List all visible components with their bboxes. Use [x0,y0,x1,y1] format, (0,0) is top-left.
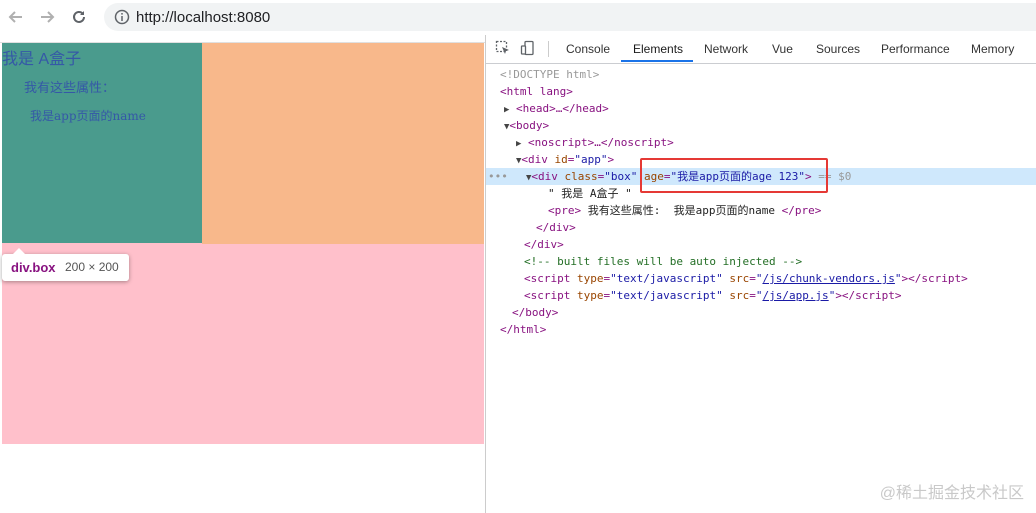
doctype-line: <!DOCTYPE html> [500,68,600,81]
tab-memory[interactable]: Memory [971,35,1014,62]
watermark: @稀土掘金技术社区 [879,485,1024,502]
comment-line[interactable]: <!-- built files will be auto injected -… [524,253,802,270]
div-app-close-line[interactable]: </div> [524,236,564,253]
div-app-line[interactable]: ▼<div id="app"> [516,151,614,168]
pre-line-2: 我是app页面的name [30,109,146,123]
arrow-right-icon [41,11,55,23]
url-text: http://localhost:8080 [136,9,271,26]
tooltip-selector: div.box [11,260,56,275]
pre-line[interactable]: <pre> 我有这些属性: 我是app页面的name </pre> [548,202,821,219]
forward-button[interactable] [37,7,57,27]
orange-box [202,43,484,244]
more-actions-icon[interactable]: ••• [488,168,508,185]
info-icon [114,9,130,25]
address-bar[interactable]: http://localhost:8080 [104,3,1036,31]
body-open-line[interactable]: ▼<body> [504,117,549,134]
div-box-close-line[interactable]: </div> [536,219,576,236]
active-tab-indicator [621,60,693,62]
text-node-line[interactable]: " 我是 A盒子 " [548,185,632,202]
box-title: 我是 A盒子 [2,51,82,68]
tab-performance[interactable]: Performance [881,35,950,62]
device-toggle-icon[interactable] [520,40,536,56]
tab-console[interactable]: Console [566,35,610,62]
tab-vue[interactable]: Vue [772,35,793,62]
back-button[interactable] [6,7,26,27]
tooltip-arrow [13,248,25,254]
devtools-panel: Console Elements Network Vue Sources Per… [485,35,1036,513]
box-a: 我是 A盒子 我有这些属性： 我是app页面的name [2,43,202,243]
script-vendors-line[interactable]: <script type="text/javascript" src="/js/… [524,270,968,287]
toolbar-separator [548,41,549,57]
tab-sources[interactable]: Sources [816,35,860,62]
browser-toolbar: http://localhost:8080 [0,0,1036,34]
html-close-line[interactable]: </html> [500,321,546,338]
tooltip-dimensions: 200 × 200 [65,260,119,274]
pre-line-1: 我有这些属性： [24,80,116,95]
head-line[interactable]: ▶ <head>…</head> [504,100,609,117]
page-viewport: 我是 A盒子 我有这些属性： 我是app页面的name div.box 200 … [0,43,485,513]
expand-triangle-icon[interactable]: ▶ [516,139,521,149]
script-app-link[interactable]: /js/app.js [762,289,828,302]
arrow-left-icon [8,11,22,23]
inspect-tooltip: div.box 200 × 200 [2,248,129,281]
reload-icon [73,10,85,23]
script-vendors-link[interactable]: /js/chunk-vendors.js [762,272,894,285]
tab-network[interactable]: Network [704,35,748,62]
inspect-element-icon[interactable] [495,40,511,56]
annotation-highlight-box [640,158,828,193]
expand-triangle-icon[interactable]: ▶ [504,105,509,115]
html-open-line[interactable]: <html lang> [500,83,573,100]
body-close-line[interactable]: </body> [512,304,558,321]
devtools-toolbar: Console Elements Network Vue Sources Per… [486,35,1036,64]
tab-elements[interactable]: Elements [633,35,683,62]
script-app-line[interactable]: <script type="text/javascript" src="/js/… [524,287,902,304]
noscript-line[interactable]: ▶ <noscript>…</noscript> [516,134,674,151]
reload-button[interactable] [69,7,89,27]
